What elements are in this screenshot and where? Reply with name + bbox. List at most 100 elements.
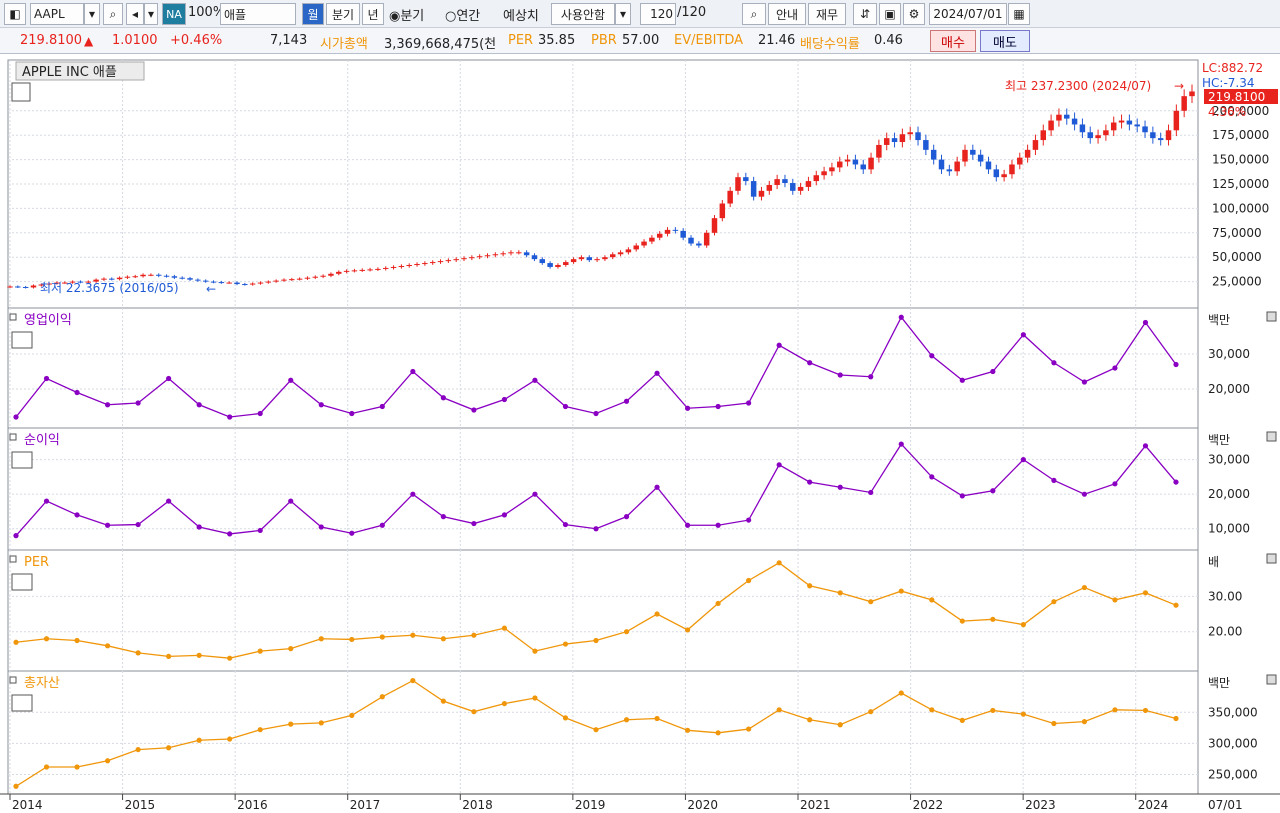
ticker-input[interactable]: AAPL xyxy=(30,3,84,25)
data-point xyxy=(135,746,141,753)
panel-close-icon[interactable] xyxy=(1266,431,1277,442)
panel-chart-icon[interactable] xyxy=(11,331,33,349)
candle-body xyxy=(359,269,365,271)
speaker-icon[interactable]: ◂ xyxy=(126,3,144,25)
candle-body xyxy=(242,284,248,286)
grid-toggle-icon[interactable] xyxy=(11,82,31,102)
panel-chart-icon[interactable] xyxy=(11,573,33,591)
data-point xyxy=(562,715,569,721)
candle-body xyxy=(273,280,279,282)
magnify-icon[interactable]: ⌕ xyxy=(742,3,766,25)
data-point xyxy=(379,522,385,528)
candle-body xyxy=(414,264,420,266)
data-point xyxy=(410,632,416,638)
speaker-dropdown-icon[interactable]: ▾ xyxy=(144,3,158,25)
data-point xyxy=(715,403,721,410)
candle-body xyxy=(727,190,733,204)
estimate-dropdown-icon[interactable]: ▾ xyxy=(615,3,631,25)
data-point xyxy=(13,533,19,539)
candle-body xyxy=(508,252,514,254)
candle-body xyxy=(680,230,686,238)
candle-body xyxy=(1056,114,1062,121)
candle-body xyxy=(257,282,264,284)
candle-body xyxy=(101,278,107,280)
panel-tick-label: 20,000 xyxy=(1208,382,1250,396)
data-point xyxy=(990,368,996,375)
layout-icon[interactable]: ◧ xyxy=(4,3,26,25)
gear-icon[interactable]: ⚙ xyxy=(903,3,925,25)
name-field[interactable]: 애플 xyxy=(220,3,296,25)
ticker-dropdown-icon[interactable]: ▾ xyxy=(84,3,100,25)
data-point xyxy=(440,514,446,520)
calendar-icon[interactable]: ▦ xyxy=(1008,3,1030,25)
buy-button[interactable]: 매수 xyxy=(930,30,976,52)
save-icon[interactable]: ▣ xyxy=(879,3,901,25)
candle-body xyxy=(1157,138,1164,141)
data-point xyxy=(1173,479,1179,485)
candle-body xyxy=(304,277,311,279)
data-point xyxy=(471,632,477,638)
data-point xyxy=(715,730,721,736)
data-point xyxy=(1051,599,1057,605)
candle-body xyxy=(860,164,866,170)
data-point xyxy=(227,531,233,537)
panel-unit-label: 백만 xyxy=(1208,433,1230,447)
candle-body xyxy=(1103,130,1109,136)
data-point xyxy=(929,597,935,603)
data-point xyxy=(990,616,996,622)
estimate-select[interactable]: 사용안함 xyxy=(551,3,615,25)
data-point xyxy=(929,353,935,359)
date-input[interactable]: 2024/07/01 xyxy=(929,3,1007,25)
candle-body xyxy=(617,252,624,255)
guide-button[interactable]: 안내 xyxy=(768,3,806,25)
data-point xyxy=(440,636,446,642)
data-point xyxy=(1112,481,1118,487)
candle-body xyxy=(437,261,444,263)
panel-chart-icon[interactable] xyxy=(11,694,33,712)
candle-body xyxy=(469,257,475,259)
candle-body xyxy=(696,243,702,246)
panel-chart-icon[interactable] xyxy=(11,451,33,469)
radio-quarter[interactable]: ◉분기 xyxy=(389,5,424,24)
na-badge[interactable]: NA xyxy=(162,3,186,25)
candle-body xyxy=(1064,114,1070,119)
radio-annual[interactable]: ○연간 xyxy=(445,5,480,24)
candle-body xyxy=(1118,120,1125,123)
candle-body xyxy=(539,259,546,264)
candle-body xyxy=(148,274,154,276)
period-month-button[interactable]: 월 xyxy=(302,3,324,25)
candle-body xyxy=(1142,126,1148,133)
candle-body xyxy=(218,282,225,284)
candle-body xyxy=(1032,140,1039,150)
data-point xyxy=(654,715,660,722)
period-year-button[interactable]: 년 xyxy=(362,3,384,25)
period-quarter-button[interactable]: 분기 xyxy=(326,3,360,25)
candle-body xyxy=(915,132,921,141)
chart-background xyxy=(0,54,1280,813)
last-price-label: 219.8100 xyxy=(1208,90,1265,104)
candle-body xyxy=(249,283,256,285)
data-point xyxy=(288,377,294,383)
data-point xyxy=(104,402,111,408)
ev-label: EV/EBITDA xyxy=(674,33,744,48)
candle-body xyxy=(829,167,835,172)
candle-body xyxy=(868,157,874,170)
candle-body xyxy=(844,159,851,162)
sell-button[interactable]: 매도 xyxy=(980,30,1030,52)
finance-button[interactable]: 재무 xyxy=(808,3,846,25)
panel-close-icon[interactable] xyxy=(1266,553,1277,564)
panel-close-icon[interactable] xyxy=(1266,674,1277,685)
dividend-label: 배당수익률 xyxy=(800,37,860,52)
data-point xyxy=(501,700,508,707)
candle-body xyxy=(594,259,600,261)
search-icon[interactable]: ⌕ xyxy=(103,3,123,25)
indicator-icon[interactable]: ⇵ xyxy=(853,3,877,25)
toolbar: ◧ AAPL ▾ ⌕ ◂ ▾ NA 100% 애플 월 분기 년 ◉분기 ○연간… xyxy=(0,0,1280,28)
count-input[interactable]: 120 xyxy=(640,3,676,25)
candle-body xyxy=(445,260,452,262)
panel-close-icon[interactable] xyxy=(1266,311,1277,322)
chart-area[interactable]: 2014 2015 2016 2017 2018 2019 2020 2021 2022 2023… xyxy=(0,54,1280,813)
data-point xyxy=(623,629,630,635)
candle-body xyxy=(837,161,843,168)
data-point xyxy=(929,474,935,480)
